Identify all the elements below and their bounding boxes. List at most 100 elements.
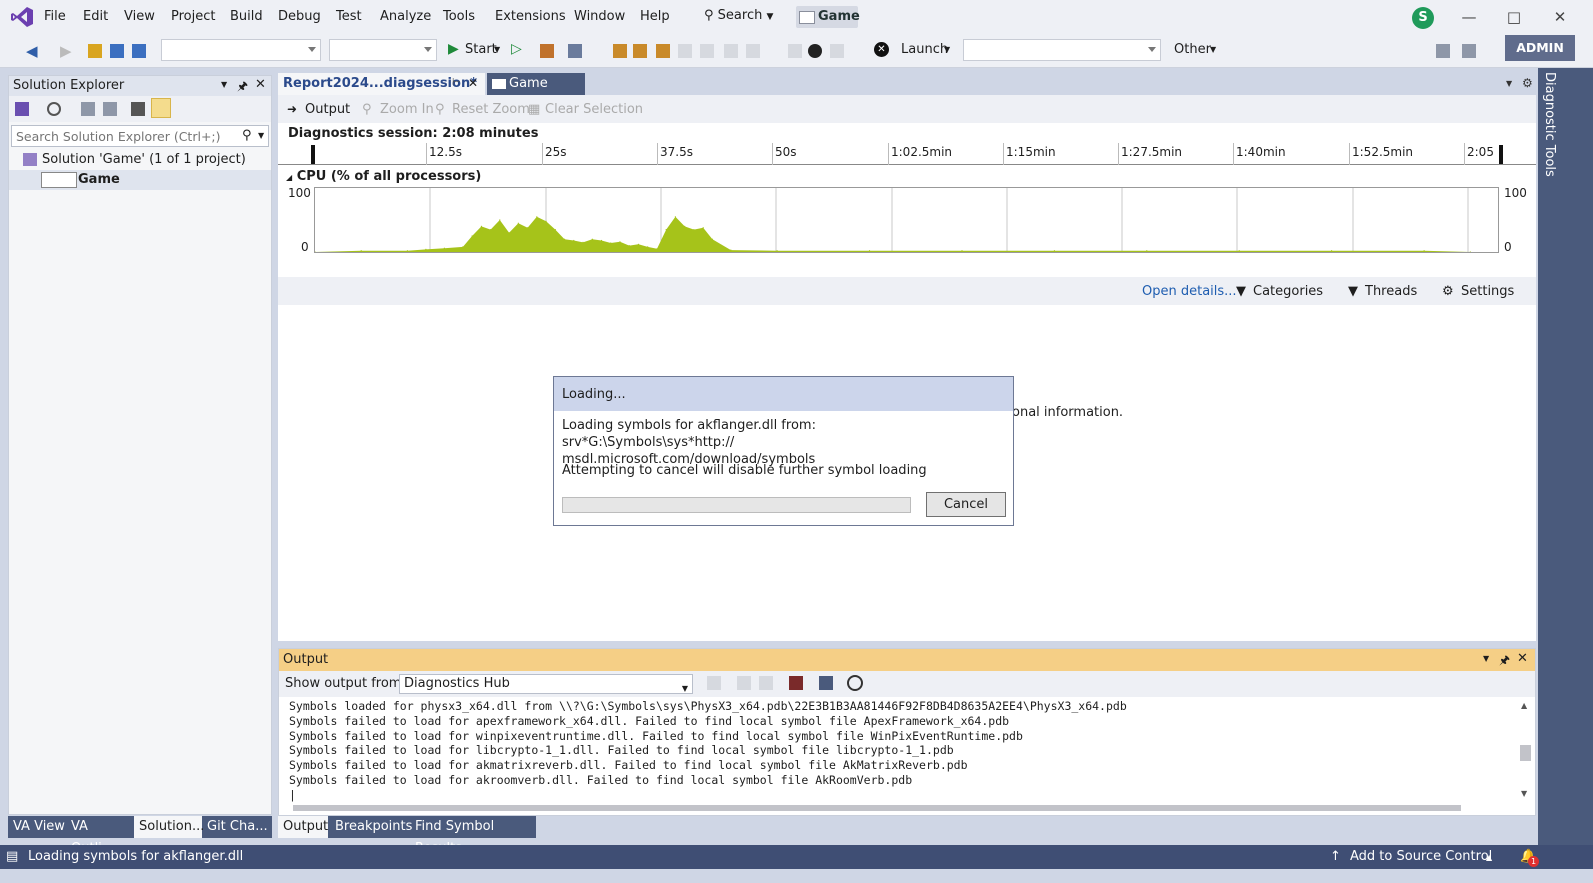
add-to-source-control-button[interactable]: Add to Source Control [1350, 849, 1492, 864]
project-tree-row[interactable]: Game [9, 170, 271, 190]
spell-check-icon[interactable] [746, 44, 760, 58]
menu-view[interactable]: View [124, 9, 155, 24]
menu-file[interactable]: File [44, 9, 66, 24]
clock-icon[interactable] [847, 675, 863, 691]
tab-output[interactable]: Output [278, 816, 328, 838]
pin-icon[interactable]: ⊢ [452, 77, 461, 88]
chevron-down-icon[interactable]: ▼ [1506, 79, 1512, 88]
word-wrap-icon[interactable] [819, 676, 833, 690]
step-into-icon[interactable] [633, 44, 647, 58]
chevron-down-icon[interactable]: ▼ [221, 80, 227, 89]
chevron-down-icon[interactable]: ▼ [1483, 654, 1489, 663]
scroll-down-icon[interactable]: ▼ [1521, 789, 1527, 798]
categories-dropdown[interactable]: Categories [1253, 284, 1323, 299]
gear-icon[interactable]: ⚙ [1522, 76, 1533, 90]
diagnostic-tools-tab[interactable]: Diagnostic Tools [1540, 72, 1560, 182]
visual-studio-logo-icon[interactable] [10, 6, 34, 28]
reset-zoom-button[interactable]: Reset Zoom [452, 102, 530, 117]
launch-button[interactable]: Launch [901, 42, 948, 57]
other-button[interactable]: Other [1174, 42, 1211, 57]
cancel-button[interactable]: Cancel [926, 492, 1006, 517]
save-icon[interactable] [110, 44, 124, 58]
timeline-ruler[interactable]: 12.5s 25s 37.5s 50s 1:02.5min 1:15min 1:27.5mi… [278, 143, 1536, 165]
timeline-start-handle[interactable] [311, 145, 315, 164]
history-icon[interactable] [47, 102, 61, 116]
forward-icon[interactable]: ▶ [60, 42, 72, 60]
clear-selection-button[interactable]: Clear Selection [545, 102, 643, 117]
minimize-button[interactable]: — [1457, 6, 1481, 28]
step-out-icon[interactable] [656, 44, 670, 58]
horizontal-scrollbar-thumb[interactable] [293, 805, 1461, 811]
open-file-icon[interactable] [88, 44, 102, 58]
start-icon[interactable]: ▶ [448, 41, 459, 57]
menu-test[interactable]: Test [336, 9, 362, 24]
avatar[interactable]: S [1412, 7, 1434, 29]
output-button[interactable]: Output [305, 102, 350, 117]
properties-icon[interactable] [131, 102, 145, 116]
preview-icon[interactable] [151, 98, 171, 118]
breakpoint-icon[interactable] [678, 44, 692, 58]
menu-edit[interactable]: Edit [83, 9, 108, 24]
tab-diagsession[interactable]: Report2024...diagsession* ⊢ ✕ [278, 73, 485, 95]
menu-tools[interactable]: Tools [443, 9, 475, 24]
search-box[interactable]: ⚲ Search ▼ [704, 8, 773, 23]
stop-icon[interactable]: ✕ [874, 42, 889, 57]
pin-icon[interactable]: 🖈 [237, 77, 248, 98]
chevron-down-icon[interactable]: ▼ [944, 45, 950, 54]
close-icon[interactable]: ✕ [468, 76, 478, 90]
pin-icon[interactable]: 🖈 [1499, 651, 1510, 672]
search-input[interactable] [12, 126, 232, 146]
feedback-icon[interactable] [1462, 44, 1476, 58]
share-icon[interactable] [1436, 44, 1450, 58]
step-over-icon[interactable] [613, 44, 627, 58]
menu-debug[interactable]: Debug [278, 9, 321, 24]
admin-button[interactable]: ADMIN [1505, 35, 1575, 61]
zoom-in-button[interactable]: Zoom In [380, 102, 434, 117]
platform-dropdown[interactable] [329, 39, 437, 61]
search-icon[interactable]: ⚲ [242, 128, 252, 143]
back-icon[interactable]: ◀ [26, 42, 38, 60]
cpu-usage-chart[interactable] [314, 187, 1499, 253]
vs-solution-icon[interactable] [15, 102, 29, 116]
device-icon[interactable] [568, 44, 582, 58]
maximize-button[interactable]: □ [1502, 6, 1526, 28]
clear-all-icon[interactable] [789, 676, 803, 690]
close-window-button[interactable]: ✕ [1548, 6, 1572, 28]
open-details-link[interactable]: Open details... [1142, 284, 1237, 299]
menu-extensions[interactable]: Extensions [495, 9, 566, 24]
tab-va-view[interactable]: VA View [8, 816, 66, 838]
menu-project[interactable]: Project [171, 9, 215, 24]
output-icon[interactable]: ➜ [287, 102, 297, 116]
timeline-end-handle[interactable] [1499, 145, 1503, 164]
chevron-up-icon[interactable]: ▲ [1486, 853, 1492, 862]
collapse-triangle-icon[interactable]: ◢ [286, 173, 292, 182]
tab-game[interactable]: Game [487, 73, 585, 95]
collapse-all-icon[interactable] [103, 102, 117, 116]
menu-analyze[interactable]: Analyze [380, 9, 431, 24]
record-icon[interactable] [808, 44, 822, 58]
tab-solution-explorer[interactable]: Solution... [134, 816, 204, 838]
output-source-dropdown[interactable]: Diagnostics Hub ▼ [399, 674, 693, 694]
menu-build[interactable]: Build [230, 9, 263, 24]
bookmark-icon[interactable] [724, 44, 738, 58]
settings-dropdown[interactable]: Settings [1461, 284, 1514, 299]
chevron-down-icon[interactable]: ▼ [1210, 45, 1216, 54]
comment-icon[interactable] [788, 44, 802, 58]
find-message-icon[interactable] [707, 676, 721, 690]
solution-explorer-search[interactable]: ⚲ ▼ [11, 125, 269, 147]
chevron-down-icon[interactable]: ▼ [494, 45, 500, 54]
format-icon[interactable] [830, 44, 844, 58]
menu-help[interactable]: Help [640, 9, 670, 24]
close-icon[interactable]: ✕ [1517, 651, 1528, 666]
output-text[interactable]: Symbols loaded for physx3_x64.dll from \… [289, 699, 1127, 803]
browser-link-icon[interactable] [540, 44, 554, 58]
tab-find-symbol-results[interactable]: Find Symbol Results [410, 816, 534, 856]
solution-tree-row[interactable]: Solution 'Game' (1 of 1 project) [9, 150, 271, 170]
next-message-icon[interactable] [759, 676, 773, 690]
chevron-down-icon[interactable]: ▼ [258, 131, 264, 140]
tab-git-changes[interactable]: Git Cha... [202, 816, 272, 838]
start-without-debugging-icon[interactable]: ▷ [511, 41, 522, 57]
tab-va-outline[interactable]: VA Outli... [66, 816, 134, 856]
scroll-up-icon[interactable]: ▲ [1521, 701, 1527, 710]
close-icon[interactable]: ✕ [255, 77, 266, 92]
